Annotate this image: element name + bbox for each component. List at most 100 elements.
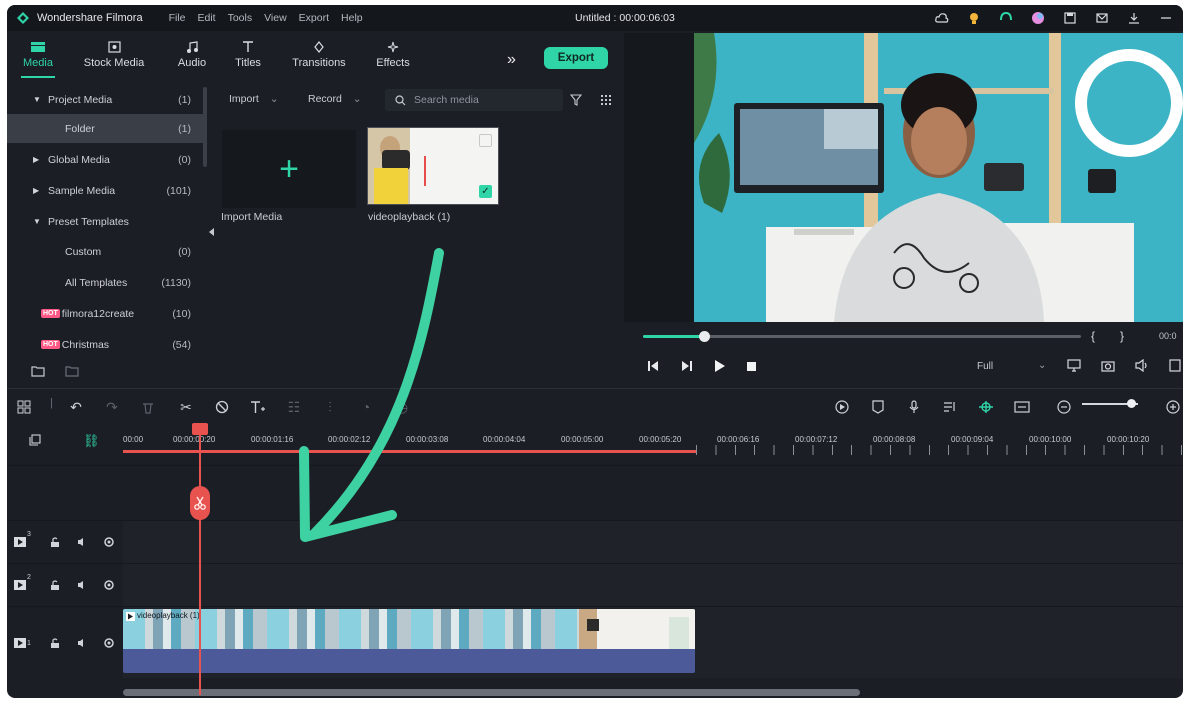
microphone-icon[interactable] bbox=[905, 398, 923, 416]
voiceover-icon[interactable] bbox=[941, 398, 959, 416]
export-button[interactable]: Export bbox=[544, 47, 608, 69]
marker-icon[interactable] bbox=[869, 398, 887, 416]
record-dropdown[interactable]: Record ⌄ bbox=[308, 93, 362, 105]
display-icon[interactable] bbox=[1067, 359, 1081, 372]
playhead[interactable] bbox=[199, 425, 201, 695]
stop-icon[interactable] bbox=[747, 361, 756, 371]
chevron-down-icon[interactable]: ⌄ bbox=[1038, 360, 1046, 371]
search-input[interactable]: Search media bbox=[385, 89, 563, 111]
crop-icon[interactable] bbox=[213, 398, 231, 416]
more-tabs-icon[interactable]: » bbox=[507, 51, 516, 69]
folder-outline-icon[interactable] bbox=[65, 365, 79, 377]
new-folder-icon[interactable] bbox=[31, 365, 45, 377]
sidebar-item-christmas[interactable]: HOT Christmas (54) bbox=[7, 330, 203, 359]
video-clip[interactable]: videoplayback (1) bbox=[123, 609, 695, 673]
menu-export[interactable]: Export bbox=[299, 12, 329, 24]
hot-badge: HOT bbox=[41, 309, 60, 318]
tab-effects[interactable]: Effects bbox=[373, 37, 413, 69]
tab-audio[interactable]: Audio bbox=[175, 37, 209, 69]
audio-wave-icon[interactable]: ⫶ bbox=[321, 398, 339, 416]
add-text-icon[interactable] bbox=[249, 398, 267, 416]
import-dropdown[interactable]: Import ⌄ bbox=[229, 93, 279, 105]
menu-file[interactable]: File bbox=[169, 12, 186, 24]
zoom-slider-knob[interactable] bbox=[1127, 399, 1136, 408]
sidebar-scrollbar[interactable] bbox=[203, 87, 207, 167]
ruler-label: 00:00:05:00 bbox=[561, 435, 604, 444]
cloud-icon[interactable] bbox=[933, 9, 951, 27]
playback-controls bbox=[647, 360, 756, 372]
volume-icon[interactable] bbox=[1135, 359, 1149, 372]
sidebar-item-custom[interactable]: Custom (0) bbox=[7, 237, 203, 266]
ai-icon[interactable] bbox=[977, 398, 995, 416]
headset-icon[interactable] bbox=[997, 9, 1015, 27]
menu-tools[interactable]: Tools bbox=[228, 12, 253, 24]
import-media-tile[interactable]: + bbox=[222, 130, 356, 208]
speed-icon[interactable]: ◷ bbox=[393, 398, 411, 416]
sidebar-item-sample-media[interactable]: ▶ Sample Media (101) bbox=[7, 176, 203, 205]
select-checkbox[interactable] bbox=[479, 134, 492, 147]
redo-icon[interactable]: ↷ bbox=[103, 398, 121, 416]
mark-out-icon[interactable]: } bbox=[1120, 329, 1124, 343]
delete-icon[interactable] bbox=[139, 398, 157, 416]
sidebar-item-preset-templates[interactable]: ▼ Preset Templates bbox=[7, 207, 203, 236]
track-lane[interactable] bbox=[123, 564, 1183, 606]
sidebar-item-all-templates[interactable]: All Templates (1130) bbox=[7, 268, 203, 297]
sidebar-item-project-media[interactable]: ▼ Project Media (1) bbox=[7, 85, 203, 114]
zoom-in-icon[interactable] bbox=[1164, 398, 1182, 416]
timeline-horizontal-scrollbar[interactable] bbox=[123, 689, 860, 696]
menu-view[interactable]: View bbox=[264, 12, 287, 24]
next-frame-icon[interactable] bbox=[681, 361, 693, 371]
audio-mute-icon[interactable] bbox=[76, 637, 88, 649]
video-thumbnail[interactable]: ✓ bbox=[367, 127, 499, 205]
lock-icon[interactable] bbox=[49, 579, 61, 591]
track-manager-icon[interactable] bbox=[29, 434, 41, 449]
audio-mute-icon[interactable] bbox=[76, 579, 88, 591]
tab-transitions[interactable]: Transitions bbox=[291, 37, 347, 69]
track-lane[interactable] bbox=[123, 521, 1183, 563]
play-icon[interactable] bbox=[715, 360, 725, 372]
sidebar-item-global-media[interactable]: ▶ Global Media (0) bbox=[7, 145, 203, 174]
tab-titles[interactable]: Titles bbox=[233, 37, 263, 69]
snapshot-icon[interactable] bbox=[1101, 359, 1115, 372]
link-icon[interactable]: ⛓ bbox=[83, 433, 100, 449]
playback-scrubber[interactable] bbox=[699, 331, 710, 342]
fullscreen-icon[interactable] bbox=[1169, 359, 1181, 372]
color-icon[interactable]: ◔ bbox=[357, 398, 375, 416]
eye-icon[interactable] bbox=[103, 579, 115, 591]
lock-icon[interactable] bbox=[49, 637, 61, 649]
adjust-icon[interactable]: ☷ bbox=[285, 398, 303, 416]
minimize-icon[interactable] bbox=[1157, 9, 1175, 27]
fit-timeline-icon[interactable] bbox=[1013, 398, 1031, 416]
undo-icon[interactable]: ↶ bbox=[67, 398, 85, 416]
tab-stock-media[interactable]: Stock Media bbox=[83, 37, 145, 69]
menu-help[interactable]: Help bbox=[341, 12, 363, 24]
playhead-handle[interactable] bbox=[192, 423, 208, 435]
save-icon[interactable] bbox=[1061, 9, 1079, 27]
quality-select[interactable]: Full bbox=[977, 361, 993, 372]
split-scissors-handle[interactable] bbox=[190, 486, 210, 520]
menu-edit[interactable]: Edit bbox=[197, 12, 215, 24]
track-video-2: 2 bbox=[7, 563, 1183, 606]
mail-icon[interactable] bbox=[1093, 9, 1111, 27]
eye-icon[interactable] bbox=[103, 536, 115, 548]
filter-icon[interactable] bbox=[570, 94, 582, 106]
lightbulb-icon[interactable] bbox=[965, 9, 983, 27]
sidebar-item-folder[interactable]: Folder (1) bbox=[7, 114, 203, 143]
sidebar-item-filmora12create[interactable]: HOT filmora12create (10) bbox=[7, 299, 203, 328]
render-icon[interactable] bbox=[833, 398, 851, 416]
avatar-icon[interactable] bbox=[1029, 9, 1047, 27]
zoom-out-icon[interactable] bbox=[1055, 398, 1073, 416]
grid-view-icon[interactable] bbox=[600, 94, 612, 106]
lock-icon[interactable] bbox=[49, 536, 61, 548]
previous-frame-icon[interactable] bbox=[647, 361, 659, 371]
collapse-panel-icon[interactable] bbox=[209, 228, 214, 236]
download-icon[interactable] bbox=[1125, 9, 1143, 27]
title-bar-icons bbox=[933, 9, 1175, 27]
folder-actions bbox=[31, 365, 79, 377]
tab-media[interactable]: Media bbox=[19, 37, 57, 78]
audio-mute-icon[interactable] bbox=[76, 536, 88, 548]
mark-in-icon[interactable]: { bbox=[1091, 329, 1095, 343]
scissors-icon[interactable]: ✂ bbox=[177, 398, 195, 416]
layout-icon[interactable] bbox=[15, 398, 33, 416]
eye-icon[interactable] bbox=[103, 637, 115, 649]
